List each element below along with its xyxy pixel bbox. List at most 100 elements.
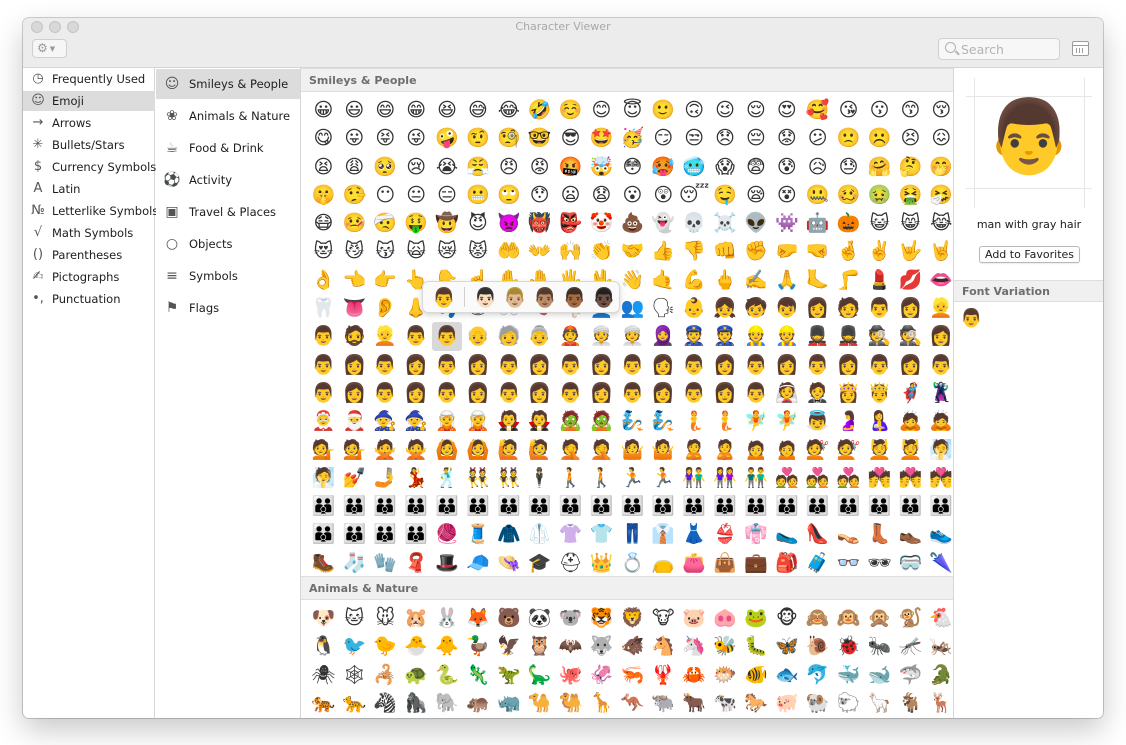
emoji-cell[interactable]: 😒	[679, 124, 710, 152]
emoji-cell[interactable]: 👻	[648, 209, 679, 237]
emoji-cell[interactable]: 💼	[740, 549, 771, 577]
emoji-cell[interactable]: 😰	[771, 153, 802, 181]
emoji-cell[interactable]: 🦞	[648, 661, 679, 689]
emoji-cell[interactable]: 👨	[493, 351, 524, 379]
emoji-cell[interactable]: 🦛	[462, 689, 493, 717]
emoji-cell[interactable]: 👾	[771, 209, 802, 237]
emoji-cell[interactable]: 👩	[586, 351, 617, 379]
emoji-cell[interactable]: 🕴	[524, 464, 555, 492]
emoji-cell[interactable]: 🦗	[926, 632, 953, 660]
emoji-cell[interactable]: 🙍	[771, 436, 802, 464]
emoji-cell[interactable]: 😘	[833, 96, 864, 124]
emoji-cell[interactable]: 👶	[679, 294, 710, 322]
emoji-cell[interactable]: 🦐	[617, 661, 648, 689]
emoji-cell[interactable]: 🐣	[401, 632, 432, 660]
emoji-cell[interactable]: 😶	[370, 181, 401, 209]
emoji-cell[interactable]: 👩	[339, 351, 370, 379]
emoji-cell[interactable]: 👷	[771, 322, 802, 350]
emoji-cell[interactable]: 👦	[771, 294, 802, 322]
emoji-cell[interactable]: 👨	[432, 379, 463, 407]
emoji-cell[interactable]: ✊	[740, 237, 771, 265]
emoji-cell[interactable]: 👩	[926, 322, 953, 350]
emoji-cell[interactable]: 🤬	[555, 153, 586, 181]
emoji-cell[interactable]: 🐫	[555, 689, 586, 717]
emoji-cell[interactable]: 😆	[432, 96, 463, 124]
emoji-cell[interactable]: 💑	[833, 464, 864, 492]
emoji-cell[interactable]: 💄	[864, 266, 895, 294]
emoji-cell[interactable]: 😇	[617, 96, 648, 124]
emoji-cell[interactable]: 🐤	[370, 632, 401, 660]
subcategory-item-food-drink[interactable]: ☕Food & Drink	[156, 133, 300, 163]
emoji-cell[interactable]: 🚶	[555, 464, 586, 492]
category-item-bullets-stars[interactable]: ✳Bullets/Stars	[23, 135, 155, 155]
emoji-cell[interactable]: 👪	[648, 492, 679, 520]
emoji-cell[interactable]: 😡	[524, 153, 555, 181]
emoji-cell[interactable]: 🐵	[771, 604, 802, 632]
emoji-cell[interactable]: 🐦	[339, 632, 370, 660]
emoji-cell[interactable]: 👨	[864, 351, 895, 379]
skin-tone-option[interactable]: 👨🏽	[530, 286, 560, 309]
emoji-cell[interactable]: 🐠	[740, 661, 771, 689]
emoji-cell[interactable]: 🦉	[524, 632, 555, 660]
emoji-cell[interactable]: 🦶	[802, 266, 833, 294]
emoji-cell[interactable]: 🧢	[462, 549, 493, 577]
emoji-cell[interactable]: 🐎	[740, 689, 771, 717]
emoji-cell[interactable]: 🤷	[648, 436, 679, 464]
emoji-cell[interactable]: 👪	[710, 492, 741, 520]
emoji-cell[interactable]: 💇	[833, 436, 864, 464]
emoji-cell[interactable]: 👪	[555, 492, 586, 520]
emoji-cell[interactable]: 🧙	[370, 407, 401, 435]
emoji-cell[interactable]: 💅	[339, 464, 370, 492]
emoji-cell[interactable]: 👨	[926, 351, 953, 379]
emoji-cell[interactable]: 😑	[432, 181, 463, 209]
emoji-cell[interactable]: 🐷	[679, 604, 710, 632]
emoji-cell[interactable]: 🐄	[710, 689, 741, 717]
emoji-cell[interactable]: 🤝	[617, 237, 648, 265]
emoji-cell[interactable]: 😌	[740, 96, 771, 124]
subcategory-item-travel-places[interactable]: ▣Travel & Places	[156, 197, 300, 227]
emoji-cell[interactable]: 👨	[370, 379, 401, 407]
emoji-cell[interactable]: 🦖	[493, 661, 524, 689]
emoji-cell[interactable]: 🙉	[833, 604, 864, 632]
emoji-cell[interactable]: 😻	[308, 237, 339, 265]
emoji-cell[interactable]: 🧙	[401, 407, 432, 435]
emoji-cell[interactable]: 🎩	[432, 549, 463, 577]
emoji-cell[interactable]: 🦕	[524, 661, 555, 689]
subcategory-item-objects[interactable]: ○Objects	[156, 229, 300, 259]
emoji-cell[interactable]: 🦊	[462, 604, 493, 632]
emoji-cell[interactable]: 🤧	[926, 181, 953, 209]
emoji-cell[interactable]: 🦋	[771, 632, 802, 660]
emoji-cell[interactable]: 🥶	[679, 153, 710, 181]
emoji-cell[interactable]: 🤯	[586, 153, 617, 181]
emoji-cell[interactable]: 👨	[370, 351, 401, 379]
emoji-cell[interactable]: 🤖	[802, 209, 833, 237]
emoji-cell[interactable]: 👋	[617, 266, 648, 294]
emoji-cell[interactable]: 🙇	[895, 407, 926, 435]
emoji-cell[interactable]: 💏	[864, 464, 895, 492]
emoji-cell[interactable]: 🤲	[493, 237, 524, 265]
emoji-cell[interactable]: 🦈	[895, 661, 926, 689]
emoji-cell[interactable]: 🧤	[370, 549, 401, 577]
emoji-cell[interactable]: 👊	[710, 237, 741, 265]
emoji-cell[interactable]: 🤟	[895, 237, 926, 265]
emoji-cell[interactable]: 👐	[524, 237, 555, 265]
emoji-cell[interactable]: 💪	[679, 266, 710, 294]
emoji-cell[interactable]: 🐽	[710, 604, 741, 632]
emoji-cell[interactable]: 👩	[833, 351, 864, 379]
emoji-cell[interactable]: 😷	[308, 209, 339, 237]
emoji-cell[interactable]: 👨	[679, 351, 710, 379]
emoji-cell[interactable]: 👫	[679, 464, 710, 492]
emoji-cell[interactable]: 🧚	[740, 407, 771, 435]
emoji-cell[interactable]: 🧦	[339, 549, 370, 577]
emoji-cell[interactable]: 🙅	[401, 436, 432, 464]
emoji-cell[interactable]: 🐝	[710, 632, 741, 660]
emoji-cell[interactable]: 👘	[740, 520, 771, 548]
emoji-grid-area[interactable]: Smileys & People 😀😃😄😁😆😅😂🤣☺️😊😇🙂🙃😉😌😍🥰😘😗😙😚😋…	[301, 68, 953, 718]
emoji-cell[interactable]: 😦	[555, 181, 586, 209]
emoji-cell[interactable]: 🧐	[493, 124, 524, 152]
emoji-cell[interactable]: 👩	[586, 379, 617, 407]
emoji-cell[interactable]: 🦎	[462, 661, 493, 689]
emoji-cell[interactable]: 🧖	[308, 464, 339, 492]
emoji-cell[interactable]: ☺️	[555, 96, 586, 124]
emoji-cell[interactable]: 👟	[926, 520, 953, 548]
